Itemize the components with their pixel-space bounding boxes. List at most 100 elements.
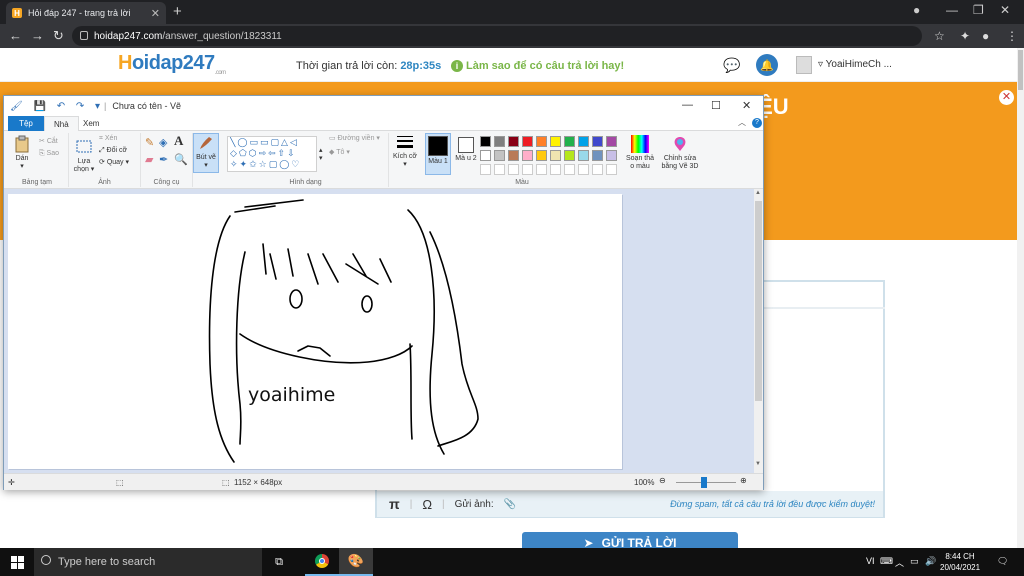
color-swatch[interactable] — [480, 136, 491, 147]
color-swatch[interactable] — [578, 164, 589, 175]
canvas-scrollbar-thumb[interactable] — [755, 201, 762, 401]
size-button[interactable]: Kích cỡ ▾ — [392, 133, 418, 169]
color-swatch[interactable] — [606, 136, 617, 147]
collapse-ribbon-icon[interactable]: ︿ — [738, 117, 746, 128]
color-swatch[interactable] — [564, 136, 575, 147]
site-logo[interactable]: Hoidap247.com — [118, 52, 226, 76]
input-language[interactable]: VI — [866, 556, 875, 566]
tab-view[interactable]: Xem — [74, 116, 108, 131]
cut-button[interactable]: ✂ Cắt — [39, 138, 58, 146]
howto-link[interactable]: i Làm sao để có câu trả lời hay! — [451, 60, 624, 72]
color-swatch[interactable] — [536, 164, 547, 175]
extensions-icon[interactable]: ✦ — [960, 29, 970, 43]
help-icon[interactable]: ? — [752, 118, 762, 128]
color-swatch[interactable] — [522, 164, 533, 175]
reload-icon[interactable]: ↻ — [53, 28, 64, 44]
tab-file[interactable]: Tệp — [8, 116, 44, 131]
taskbar-clock[interactable]: 8:44 CH 20/04/2021 — [940, 551, 980, 573]
rotate-button[interactable]: ⟳ Quay ▾ — [99, 159, 129, 167]
color-swatch[interactable] — [606, 150, 617, 161]
color2-button[interactable]: Mà u 2 — [454, 133, 478, 163]
color-swatch[interactable] — [508, 136, 519, 147]
back-arrow-icon[interactable]: ← — [9, 28, 22, 43]
taskbar-chrome[interactable] — [305, 548, 339, 576]
eraser-icon[interactable]: ▰ — [145, 155, 153, 166]
color-swatch[interactable] — [592, 150, 603, 161]
forward-arrow-icon[interactable]: → — [31, 28, 44, 43]
color-picker-icon[interactable]: ✒ — [159, 155, 168, 166]
pencil-icon[interactable]: ✎ — [145, 138, 154, 149]
canvas-vertical-scrollbar[interactable]: ▲ ▼ — [754, 189, 763, 473]
color-swatch[interactable] — [494, 164, 505, 175]
color1-button[interactable]: Màu 1 — [425, 133, 451, 175]
color-swatch[interactable] — [564, 164, 575, 175]
magnifier-icon[interactable]: 🔍 — [174, 155, 188, 166]
shapes-gallery-scroll[interactable]: ▴ ▾ — [319, 147, 323, 163]
network-icon[interactable]: ▭ — [910, 556, 919, 567]
color-swatch[interactable] — [494, 136, 505, 147]
taskbar-search[interactable]: Type here to search — [34, 548, 262, 576]
start-windows-icon[interactable] — [11, 556, 24, 569]
shapes-gallery[interactable]: ╲◯▭▭▢△◁ ◇⬠⬡⇨⇦⇧⇩ ✧✦✩☆▢◯♡ — [227, 136, 317, 172]
bell-icon[interactable]: 🔔 — [756, 54, 778, 76]
close-icon[interactable]: ✕ — [999, 90, 1014, 105]
color-swatch[interactable] — [522, 150, 533, 161]
pi-button[interactable]: π — [389, 496, 400, 512]
task-view-icon[interactable]: ⧉ — [262, 548, 296, 576]
crop-button[interactable]: ⌗ Xén — [99, 135, 117, 143]
scroll-down-arrow[interactable]: ▼ — [755, 461, 761, 467]
menu-dots-icon[interactable]: ⋮ — [1006, 29, 1018, 43]
bookmark-star-icon[interactable]: ☆ — [934, 29, 945, 43]
paint-titlebar[interactable]: 🖌 💾 ↶ ↷ ▾ | Chưa có tên - Vẽ — ☐ ✕ — [4, 96, 763, 116]
color-swatch[interactable] — [536, 150, 547, 161]
color-swatch[interactable] — [578, 136, 589, 147]
page-scrollbar[interactable] — [1017, 48, 1024, 548]
color-swatch[interactable] — [536, 136, 547, 147]
keyboard-icon[interactable]: ⌨ — [880, 556, 893, 567]
color-swatch[interactable] — [508, 150, 519, 161]
taskbar-paint[interactable]: 🎨 — [339, 548, 373, 576]
color-swatch[interactable] — [606, 164, 617, 175]
select-button[interactable]: Lựa chọn ▾ — [71, 138, 97, 174]
close-tab-icon[interactable]: ✕ — [151, 7, 160, 20]
paint-minimize-button[interactable]: — — [682, 99, 693, 111]
color-swatch[interactable] — [480, 150, 491, 161]
paint3d-button[interactable]: Chỉnh sửa bằng Vẽ 3D — [660, 135, 700, 171]
color-swatch[interactable] — [508, 164, 519, 175]
fill-bucket-icon[interactable]: ◈ — [159, 138, 167, 149]
color-swatch[interactable] — [592, 164, 603, 175]
fill-button[interactable]: ◆ Tô ▾ — [329, 149, 350, 157]
browser-tab[interactable]: H Hỏi đáp 247 - trang trả lời ✕ — [6, 2, 166, 24]
zoom-out-button[interactable]: ⊖ — [659, 476, 666, 485]
outline-button[interactable]: ▭ Đường viền ▾ — [329, 135, 380, 143]
text-tool-icon[interactable]: A — [174, 134, 183, 147]
omega-button[interactable]: Ω — [422, 497, 432, 512]
page-scrollbar-thumb[interactable] — [1018, 50, 1023, 90]
color-swatch[interactable] — [592, 136, 603, 147]
zoom-slider-thumb[interactable] — [701, 477, 707, 488]
color-swatch[interactable] — [480, 164, 491, 175]
color-swatch[interactable] — [494, 150, 505, 161]
chat-icon[interactable]: 💬 — [723, 57, 740, 74]
drawing-canvas[interactable]: yoaihime — [8, 194, 622, 469]
paperclip-icon[interactable]: 📎 — [504, 499, 516, 510]
notification-icon[interactable]: 🗨 — [997, 556, 1008, 567]
paint-maximize-button[interactable]: ☐ — [711, 99, 721, 112]
new-tab-button[interactable]: + — [173, 3, 182, 20]
color-swatch[interactable] — [522, 136, 533, 147]
color-swatch[interactable] — [550, 164, 561, 175]
tab-search-icon[interactable]: ● — [913, 3, 920, 17]
minimize-button[interactable]: — — [946, 3, 958, 17]
color-swatch[interactable] — [578, 150, 589, 161]
scroll-up-arrow[interactable]: ▲ — [755, 190, 761, 196]
paste-button[interactable]: Dán ▾ — [10, 135, 34, 171]
edit-colors-button[interactable]: Soạn thả o màu — [624, 135, 656, 171]
volume-icon[interactable]: 🔊 — [925, 556, 936, 567]
avatar[interactable] — [796, 56, 812, 74]
paint-close-button[interactable]: ✕ — [742, 99, 751, 112]
brushes-button[interactable]: Bút vẽ ▾ — [193, 133, 219, 173]
color-swatch[interactable] — [550, 136, 561, 147]
color-swatch[interactable] — [564, 150, 575, 161]
show-hidden-icons[interactable]: ︿ — [895, 556, 904, 569]
address-bar[interactable]: hoidap247.com/answer_question/1823311 — [72, 26, 922, 46]
